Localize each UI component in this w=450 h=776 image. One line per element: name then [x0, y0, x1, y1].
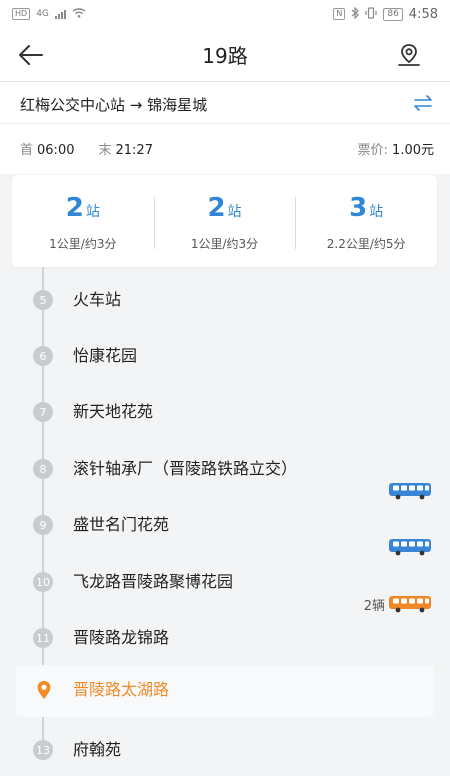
distance-time: 1公里/约3分 [190, 237, 259, 251]
clock: 4:58 [408, 6, 438, 22]
location-pin-icon [37, 681, 51, 699]
current-station-item[interactable]: 晋陵路太湖路 [16, 665, 434, 717]
stops-unit: 站 [369, 204, 384, 220]
fare-label: 票价: [357, 143, 388, 158]
hd-badge: HD [12, 8, 31, 20]
fare-value: 1.00元 [392, 143, 434, 158]
distance-time: 2.2公里/约5分 [326, 237, 406, 251]
service-hours: 首 06:00 末 21:27 [20, 139, 153, 158]
route-arrow: → [129, 96, 143, 114]
status-left: HD 4G [12, 7, 86, 21]
route-to: 锦海星城 [147, 96, 208, 114]
station-item[interactable]: 9 盛世名门花苑 [0, 495, 450, 556]
current-station-name: 晋陵路太湖路 [73, 680, 170, 699]
first-bus-time: 06:00 [37, 143, 75, 158]
stops-away-count: 2 [207, 193, 226, 223]
station-number: 9 [33, 515, 53, 535]
status-right: N 86 4:58 [333, 6, 438, 22]
station-number: 8 [33, 459, 53, 479]
station-name: 飞龙路晋陵路聚博花园 [73, 572, 234, 591]
status-bar: HD 4G N 86 4:58 [0, 0, 450, 28]
station-number: 6 [33, 346, 53, 366]
stops-unit: 站 [85, 204, 100, 220]
locate-button[interactable] [392, 38, 426, 72]
arrival-item[interactable]: 2站 1公里/约3分 [12, 175, 154, 267]
station-item[interactable]: 5 火车站 [0, 270, 450, 326]
signal-icon [54, 9, 66, 19]
station-name: 火车站 [73, 290, 122, 309]
station-number: 5 [33, 290, 53, 310]
page-title: 19路 [202, 44, 248, 68]
station-number: 10 [33, 572, 53, 592]
station-item[interactable]: 8 滚针轴承厂（晋陵路铁路立交） [0, 439, 450, 500]
divider [0, 123, 450, 124]
battery-icon: 86 [383, 7, 403, 21]
vibrate-icon [365, 6, 377, 22]
arrow-left-icon [19, 45, 43, 65]
route-from: 红梅公交中心站 [20, 96, 126, 114]
station-item[interactable]: 7 新天地花苑 [0, 382, 450, 438]
stops-away-count: 2 [65, 193, 84, 223]
fare: 票价: 1.00元 [358, 139, 434, 158]
last-bus-label: 末 [98, 143, 112, 158]
arrival-summary-card: 2站 1公里/约3分 2站 1公里/约3分 3站 2.2公里/约5分 [12, 175, 437, 267]
last-bus-time: 21:27 [115, 143, 153, 158]
station-list: 5 火车站 6 怡康花园 7 新天地花苑 8 滚针轴承厂（晋陵路铁路立交） 9 … [0, 267, 450, 760]
station-number: 11 [33, 628, 53, 648]
station-item[interactable]: 13 府翰苑 [0, 720, 450, 776]
arrival-item[interactable]: 2站 1公里/约3分 [153, 175, 296, 267]
nfc-icon: N [333, 8, 346, 20]
top-nav: 19路 [0, 28, 450, 82]
arrival-item[interactable]: 3站 2.2公里/约5分 [295, 175, 437, 267]
wifi-icon [72, 7, 86, 21]
station-number: 13 [33, 740, 53, 760]
network-type: 4G [36, 9, 49, 19]
station-item[interactable]: 6 怡康花园 [0, 326, 450, 382]
route-info: 红梅公交中心站 → 锦海星城 首 06:00 末 21:27 票价: 1.00元 [0, 82, 450, 174]
back-button[interactable] [14, 38, 48, 72]
station-name: 府翰苑 [73, 740, 122, 759]
route-direction: 红梅公交中心站 → 锦海星城 [20, 94, 207, 115]
station-item[interactable]: 11 晋陵路龙锦路 [0, 608, 450, 664]
first-bus-label: 首 [20, 143, 34, 158]
stops-away-count: 3 [349, 193, 368, 223]
station-name: 盛世名门花苑 [73, 515, 170, 534]
station-name: 新天地花苑 [73, 402, 154, 421]
station-name: 晋陵路龙锦路 [73, 628, 170, 647]
station-item[interactable]: 10 飞龙路晋陵路聚博花园 2辆 [0, 552, 450, 614]
swap-direction-button[interactable] [410, 90, 436, 116]
bluetooth-icon [351, 6, 360, 22]
stops-unit: 站 [227, 204, 242, 220]
station-name: 怡康花园 [73, 346, 138, 365]
station-number: 7 [33, 402, 53, 422]
map-pin-icon [398, 44, 420, 66]
station-name: 滚针轴承厂（晋陵路铁路立交） [73, 459, 298, 478]
distance-time: 1公里/约3分 [49, 237, 117, 251]
swap-direction-icon [414, 95, 432, 111]
